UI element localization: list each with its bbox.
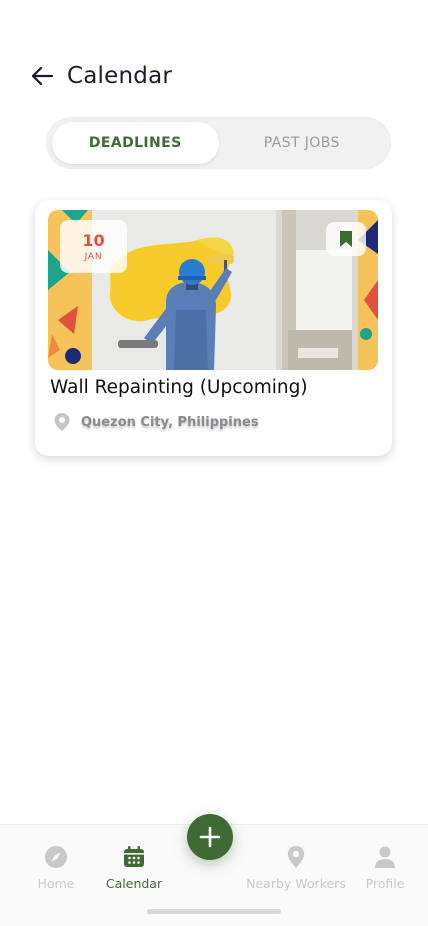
- page-title: Calendar: [67, 63, 173, 89]
- nav-label-nearby-workers: Nearby Workers: [246, 876, 346, 891]
- tab-past-jobs[interactable]: PAST JOBS: [219, 122, 386, 164]
- add-button[interactable]: [187, 814, 233, 860]
- map-pin-icon: [287, 846, 305, 868]
- map-pin-icon: [54, 413, 70, 431]
- nav-label-profile: Profile: [365, 876, 405, 891]
- calendar-icon: [124, 846, 144, 867]
- header: Calendar: [30, 58, 408, 94]
- location-text: Quezon City, Philippines: [81, 414, 259, 430]
- plus-icon: [199, 826, 221, 848]
- job-title: Wall Repainting (Upcoming): [50, 377, 308, 398]
- nav-item-nearby-workers[interactable]: Nearby Workers: [246, 845, 346, 891]
- tab-deadlines[interactable]: DEADLINES: [52, 122, 219, 164]
- bookmark-icon: [340, 231, 352, 247]
- compass-icon: [45, 846, 67, 868]
- user-icon: [375, 846, 395, 868]
- arrow-left-icon: [31, 67, 53, 85]
- nav-item-profile[interactable]: Profile: [335, 845, 428, 891]
- home-indicator: [147, 909, 281, 914]
- date-badge: 10 JAN: [60, 220, 127, 273]
- nav-label-home: Home: [37, 876, 75, 891]
- date-month: JAN: [84, 251, 103, 262]
- segmented-tabs: DEADLINES PAST JOBS: [46, 117, 391, 169]
- back-button[interactable]: [30, 64, 54, 88]
- nav-item-calendar[interactable]: Calendar: [84, 845, 184, 891]
- job-card[interactable]: 10 JAN Wall Repainting (Upcoming) Quezon…: [35, 200, 392, 456]
- job-image: 10 JAN: [48, 210, 378, 370]
- bookmark-button[interactable]: [326, 222, 366, 256]
- nav-label-calendar: Calendar: [105, 876, 163, 891]
- job-location: Quezon City, Philippines: [53, 412, 259, 432]
- date-day: 10: [82, 230, 105, 250]
